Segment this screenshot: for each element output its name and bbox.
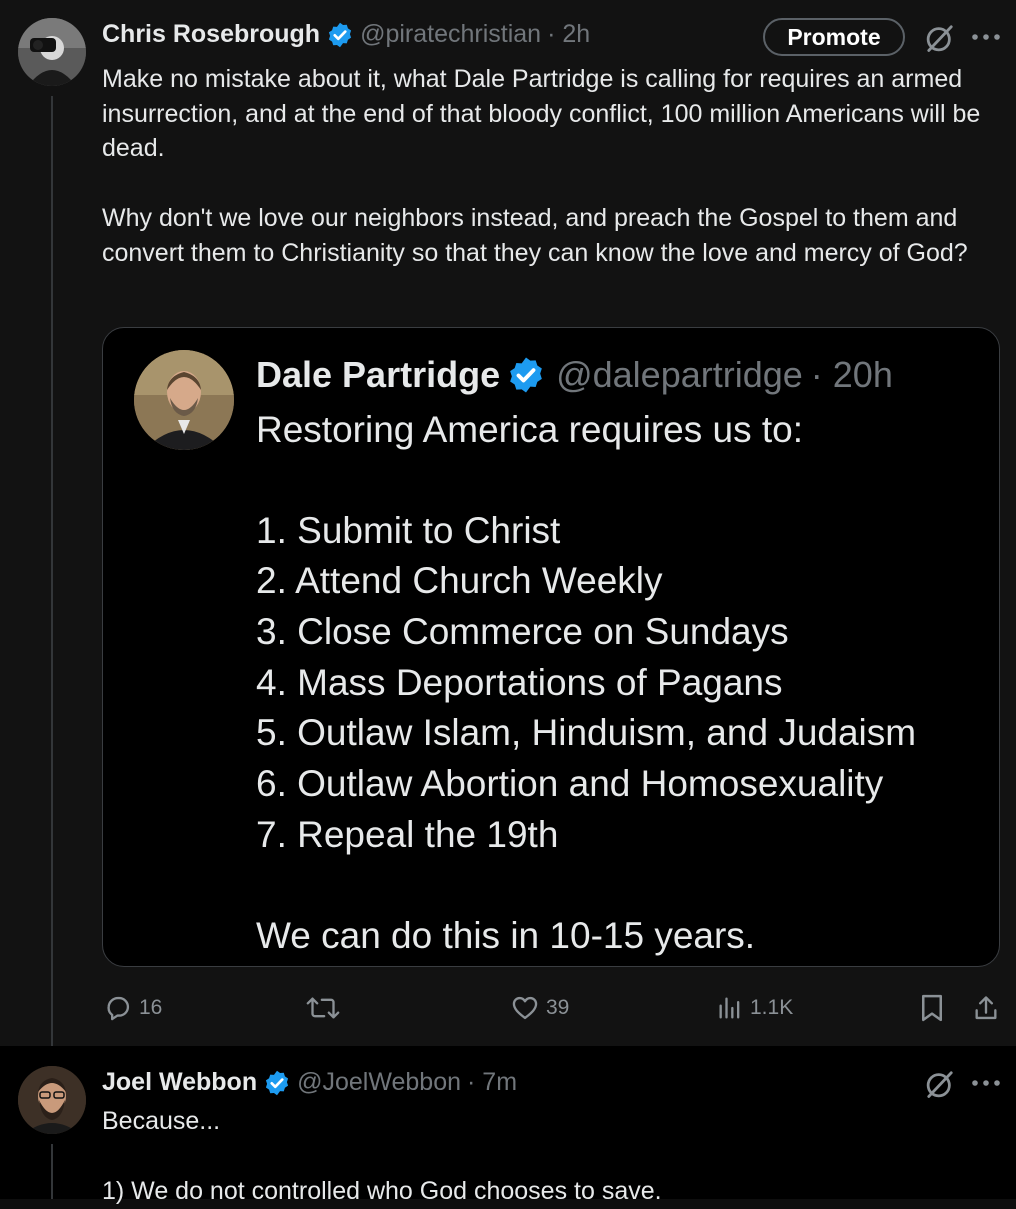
quoted-tweet-header: Dale Partridge @dalepartridge · 20h xyxy=(256,354,893,396)
quoted-closing: We can do this in 10-15 years. xyxy=(256,915,756,956)
retweet-icon xyxy=(306,997,340,1019)
more-icon[interactable] xyxy=(968,1068,1004,1098)
tweet-chris-rosebrough[interactable]: Chris Rosebrough @piratechristian · 2h P… xyxy=(0,0,1016,1046)
share-icon[interactable] xyxy=(970,992,1002,1024)
tweet-text-paragraph: Why don't we love our neighbors instead,… xyxy=(102,204,968,267)
author-handle[interactable]: @piratechristian xyxy=(360,20,541,49)
tweet-joel-webbon[interactable]: Joel Webbon @JoelWebbon · 7m Because... … xyxy=(0,1046,1016,1205)
views-button[interactable]: 1.1K xyxy=(716,994,793,1022)
quoted-author-name[interactable]: Dale Partridge xyxy=(256,354,500,396)
tweet-header: Joel Webbon @JoelWebbon · 7m xyxy=(102,1068,517,1097)
reply-button[interactable]: 16 xyxy=(103,994,162,1022)
retweet-button[interactable] xyxy=(305,994,341,1022)
post-time[interactable]: · 2h xyxy=(547,20,590,49)
quoted-author-handle[interactable]: @dalepartridge xyxy=(556,354,803,396)
verified-badge-icon xyxy=(506,355,546,395)
quoted-list-item: 7. Repeal the 19th xyxy=(256,814,559,855)
tweet-header: Chris Rosebrough @piratechristian · 2h xyxy=(102,20,590,49)
thread-line xyxy=(51,96,53,1046)
tweet-text-line: 1) We do not controlled who God chooses … xyxy=(102,1177,662,1205)
grok-icon[interactable] xyxy=(922,1066,958,1102)
avatar-joel-webbon[interactable] xyxy=(18,1066,86,1134)
like-button[interactable]: 39 xyxy=(510,994,569,1022)
author-handle[interactable]: @JoelWebbon xyxy=(297,1068,461,1097)
author-name[interactable]: Joel Webbon xyxy=(102,1068,257,1097)
tweet-text-paragraph: Make no mistake about it, what Dale Part… xyxy=(102,65,988,162)
reply-icon xyxy=(107,996,130,1021)
post-time[interactable]: · 7m xyxy=(467,1068,517,1097)
verified-badge-icon xyxy=(326,21,354,49)
avatar-chris-rosebrough[interactable] xyxy=(18,18,86,86)
bookmark-icon[interactable] xyxy=(916,992,948,1024)
reply-count: 16 xyxy=(139,996,163,1019)
quoted-tweet-card[interactable]: Dale Partridge @dalepartridge · 20h Rest… xyxy=(102,327,1000,967)
quoted-list-item: 2. Attend Church Weekly xyxy=(256,560,663,601)
author-name[interactable]: Chris Rosebrough xyxy=(102,20,320,49)
quoted-list-item: 5. Outlaw Islam, Hinduism, and Judaism xyxy=(256,712,917,753)
quoted-list-item: 4. Mass Deportations of Pagans xyxy=(256,662,783,703)
avatar-dale-partridge[interactable] xyxy=(134,350,234,450)
quoted-list-item: 3. Close Commerce on Sundays xyxy=(256,611,789,652)
like-count: 39 xyxy=(546,996,570,1019)
quoted-list-item: 6. Outlaw Abortion and Homosexuality xyxy=(256,763,884,804)
tweet-text-line: Because... xyxy=(102,1107,221,1135)
thread-line xyxy=(51,1144,53,1199)
more-icon[interactable] xyxy=(968,22,1004,52)
like-icon xyxy=(512,996,538,1020)
promote-button[interactable]: Promote xyxy=(763,18,905,56)
views-icon xyxy=(719,997,740,1019)
grok-icon[interactable] xyxy=(922,20,958,56)
verified-badge-icon xyxy=(263,1069,291,1097)
quoted-list-item: 1. Submit to Christ xyxy=(256,510,561,551)
view-count: 1.1K xyxy=(750,996,794,1019)
quoted-post-time[interactable]: · 20h xyxy=(811,354,893,396)
quoted-intro: Restoring America requires us to: xyxy=(256,409,804,450)
